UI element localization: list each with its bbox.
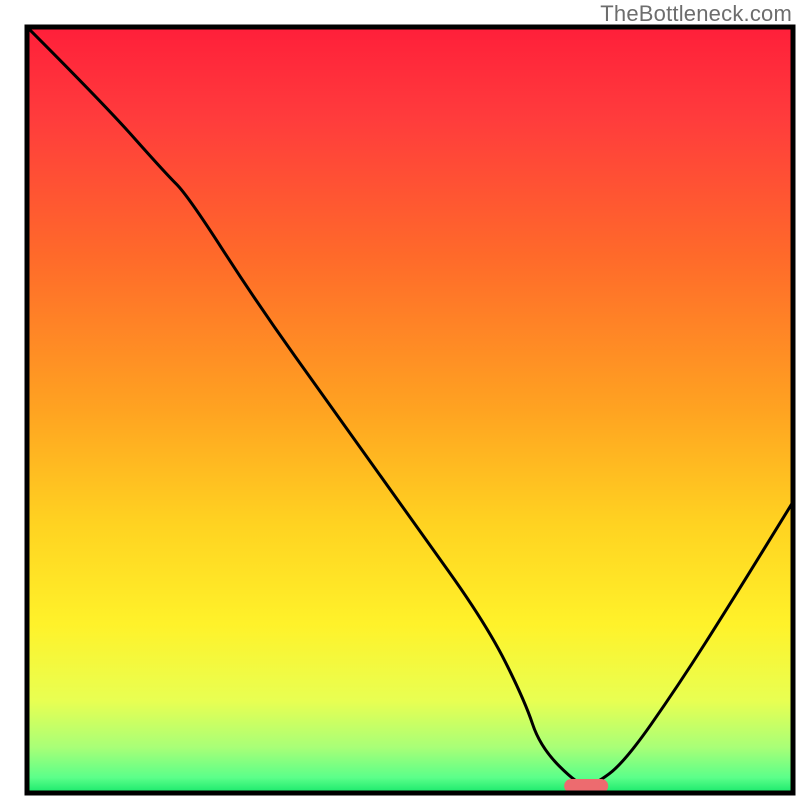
bottleneck-chart [0,0,800,800]
chart-container: { "watermark": "TheBottleneck.com", "cha… [0,0,800,800]
gradient-background [27,27,793,793]
watermark-text: TheBottleneck.com [600,1,792,27]
